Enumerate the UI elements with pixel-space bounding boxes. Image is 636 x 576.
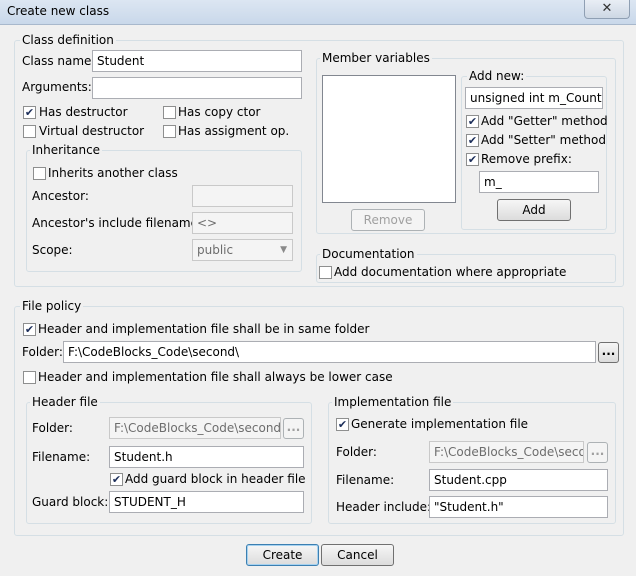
file-policy-label: File policy	[20, 299, 84, 313]
create-button[interactable]: Create	[246, 544, 319, 566]
arguments-label: Arguments:	[22, 80, 92, 94]
implementation-file-label: Implementation file	[332, 395, 454, 409]
guard-block-check-label: Add guard block in header file	[125, 472, 306, 486]
has-destructor-label: Has destructor	[39, 105, 128, 119]
prefix-input[interactable]: m_	[479, 171, 599, 193]
remove-button[interactable]: Remove	[351, 209, 425, 231]
ancestor-include-input[interactable]: <>	[192, 212, 293, 234]
generate-implementation-checkbox[interactable]: ✔	[336, 418, 349, 431]
guard-block-label: Guard block:	[32, 495, 109, 509]
header-filename-label: Filename:	[32, 450, 91, 464]
guard-block-checkbox[interactable]: ✔	[110, 473, 123, 486]
header-filename-input[interactable]: Student.h	[109, 446, 304, 468]
close-icon: ✕	[601, 1, 613, 16]
ancestor-include-label: Ancestor's include filename:	[32, 216, 203, 230]
impl-folder-input[interactable]: F:\CodeBlocks_Code\secon	[429, 441, 584, 463]
getter-checkbox[interactable]: ✔	[466, 115, 479, 128]
class-name-label: Class name:	[22, 54, 96, 68]
remove-prefix-label: Remove prefix:	[481, 152, 572, 166]
setter-checkbox[interactable]: ✔	[466, 134, 479, 147]
documentation-label: Documentation	[320, 247, 417, 261]
scope-value: public	[197, 243, 234, 257]
generate-implementation-label: Generate implementation file	[351, 417, 529, 431]
has-copy-ctor-label: Has copy ctor	[178, 105, 261, 119]
add-documentation-checkbox[interactable]	[319, 266, 332, 279]
has-copy-ctor-checkbox[interactable]	[163, 106, 176, 119]
scope-select[interactable]: public ▼	[192, 239, 293, 261]
virtual-destructor-label: Virtual destructor	[39, 124, 145, 138]
virtual-destructor-checkbox[interactable]	[23, 125, 36, 138]
header-folder-label: Folder:	[32, 421, 73, 435]
setter-label: Add "Setter" method	[481, 133, 606, 147]
title-bar: Create new class ✕	[0, 0, 636, 25]
getter-label: Add "Getter" method	[481, 114, 608, 128]
window-title: Create new class	[7, 4, 110, 18]
has-destructor-checkbox[interactable]: ✔	[23, 106, 36, 119]
impl-folder-label: Folder:	[336, 445, 377, 459]
same-folder-label: Header and implementation file shall be …	[38, 322, 370, 336]
inherits-checkbox[interactable]	[33, 167, 46, 180]
class-definition-label: Class definition	[20, 33, 116, 47]
folder-label: Folder:	[22, 345, 63, 359]
folder-input[interactable]: F:\CodeBlocks_Code\second\	[63, 341, 596, 363]
header-folder-browse-button[interactable]: ...	[283, 418, 304, 439]
create-button-label: Create	[262, 548, 303, 562]
arguments-input[interactable]	[92, 77, 302, 99]
ancestor-label: Ancestor:	[32, 189, 89, 203]
member-variables-list[interactable]	[322, 75, 456, 203]
cancel-button[interactable]: Cancel	[321, 544, 394, 566]
inherits-label: Inherits another class	[48, 166, 178, 180]
add-button[interactable]: Add	[497, 199, 571, 221]
has-assignment-label: Has assigment op.	[178, 124, 290, 138]
chevron-down-icon: ▼	[280, 245, 287, 255]
lower-case-checkbox[interactable]	[23, 371, 36, 384]
header-include-label: Header include:	[336, 500, 432, 514]
folder-browse-button[interactable]: ...	[598, 342, 619, 363]
impl-filename-label: Filename:	[336, 473, 395, 487]
impl-filename-input[interactable]: Student.cpp	[429, 469, 608, 491]
lower-case-label: Header and implementation file shall alw…	[38, 370, 393, 384]
cancel-button-label: Cancel	[337, 548, 378, 562]
has-assignment-checkbox[interactable]	[163, 125, 176, 138]
member-type-input[interactable]: unsigned int m_Counter	[465, 87, 603, 109]
class-name-input[interactable]: Student	[92, 50, 302, 72]
scope-label: Scope:	[32, 243, 73, 257]
impl-folder-browse-button[interactable]: ...	[587, 442, 608, 463]
header-folder-input[interactable]: F:\CodeBlocks_Code\second\in	[109, 417, 281, 439]
header-include-input[interactable]: "Student.h"	[429, 496, 608, 518]
ancestor-input[interactable]	[192, 185, 293, 207]
same-folder-checkbox[interactable]: ✔	[23, 323, 36, 336]
guard-block-input[interactable]: STUDENT_H	[109, 491, 304, 513]
add-documentation-label: Add documentation where appropriate	[334, 265, 567, 279]
header-file-label: Header file	[30, 395, 100, 409]
inheritance-label: Inheritance	[30, 143, 103, 157]
member-variables-label: Member variables	[320, 51, 432, 65]
add-new-label: Add new:	[467, 69, 527, 83]
close-button[interactable]: ✕	[584, 0, 630, 19]
remove-prefix-checkbox[interactable]: ✔	[466, 153, 479, 166]
